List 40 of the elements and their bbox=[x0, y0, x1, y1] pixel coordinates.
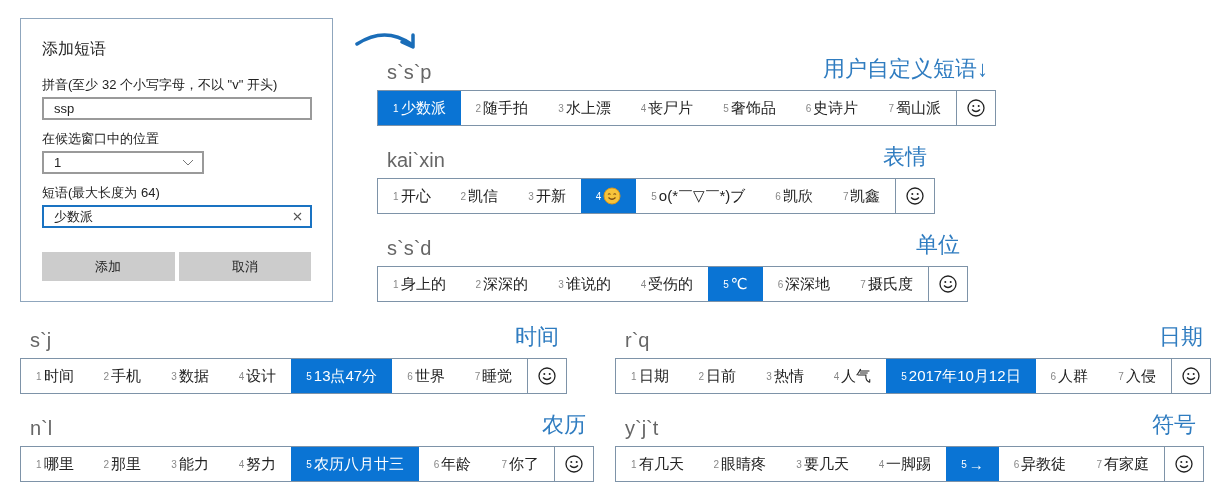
category-label: 农历 bbox=[541, 411, 586, 439]
pinyin-text: n`l bbox=[30, 417, 53, 440]
smiling-face-icon bbox=[603, 187, 622, 205]
close-icon[interactable] bbox=[293, 212, 302, 221]
add-button[interactable]: 添加 bbox=[42, 252, 175, 281]
input-field[interactable]: ssp bbox=[42, 97, 312, 120]
smiley-icon bbox=[538, 367, 557, 385]
category-label: 表情 bbox=[883, 143, 928, 171]
candidate-item[interactable]: 52017年10月12日 bbox=[886, 359, 1036, 393]
category-label: 时间 bbox=[515, 323, 560, 351]
pinyin-text: y`j`t bbox=[625, 417, 659, 440]
pinyin-text: s`s`d bbox=[387, 237, 432, 260]
field-label: 在候选窗口中的位置 bbox=[42, 130, 160, 148]
candidate-item[interactable]: 5 13点47分 bbox=[291, 359, 393, 393]
candidate-item[interactable]: 5农历八月廿三 bbox=[291, 447, 419, 481]
category-label: 日期 bbox=[1158, 323, 1203, 351]
smiley-icon bbox=[938, 275, 957, 293]
input-field[interactable]: 少数派 bbox=[42, 205, 312, 228]
field-label: 短语(最大长度为 64) bbox=[42, 184, 161, 202]
smiley-icon bbox=[564, 455, 583, 473]
pinyin-text: kai`xin bbox=[387, 149, 445, 172]
candidate-item[interactable]: 5℃ bbox=[708, 267, 763, 301]
dropdown[interactable]: 1 bbox=[42, 151, 204, 174]
dialog-title: 添加短语 bbox=[42, 39, 107, 59]
pinyin-text: s`s`p bbox=[387, 61, 432, 84]
smiley-icon bbox=[906, 187, 925, 205]
candidate-item[interactable]: 5→ bbox=[946, 447, 999, 481]
cancel-button[interactable]: 取消 bbox=[178, 252, 311, 281]
category-label: 符号 bbox=[1151, 411, 1196, 439]
candidate-item[interactable]: 4 bbox=[580, 179, 637, 213]
smiley-icon bbox=[1181, 367, 1200, 385]
category-label: 单位 bbox=[915, 231, 960, 259]
field-label: 拼音(至少 32 个小写字母，不以 "v" 开头) bbox=[42, 76, 279, 94]
pinyin-text: r`q bbox=[625, 329, 650, 352]
candidate-item[interactable]: 1 少数派 bbox=[378, 91, 461, 125]
chevron-icon bbox=[182, 159, 194, 166]
smiley-icon bbox=[966, 99, 985, 117]
category-label: 用户自定义短语↓ bbox=[822, 55, 988, 83]
pinyin-text: s`j bbox=[30, 329, 52, 352]
smiley-icon bbox=[1174, 455, 1193, 473]
